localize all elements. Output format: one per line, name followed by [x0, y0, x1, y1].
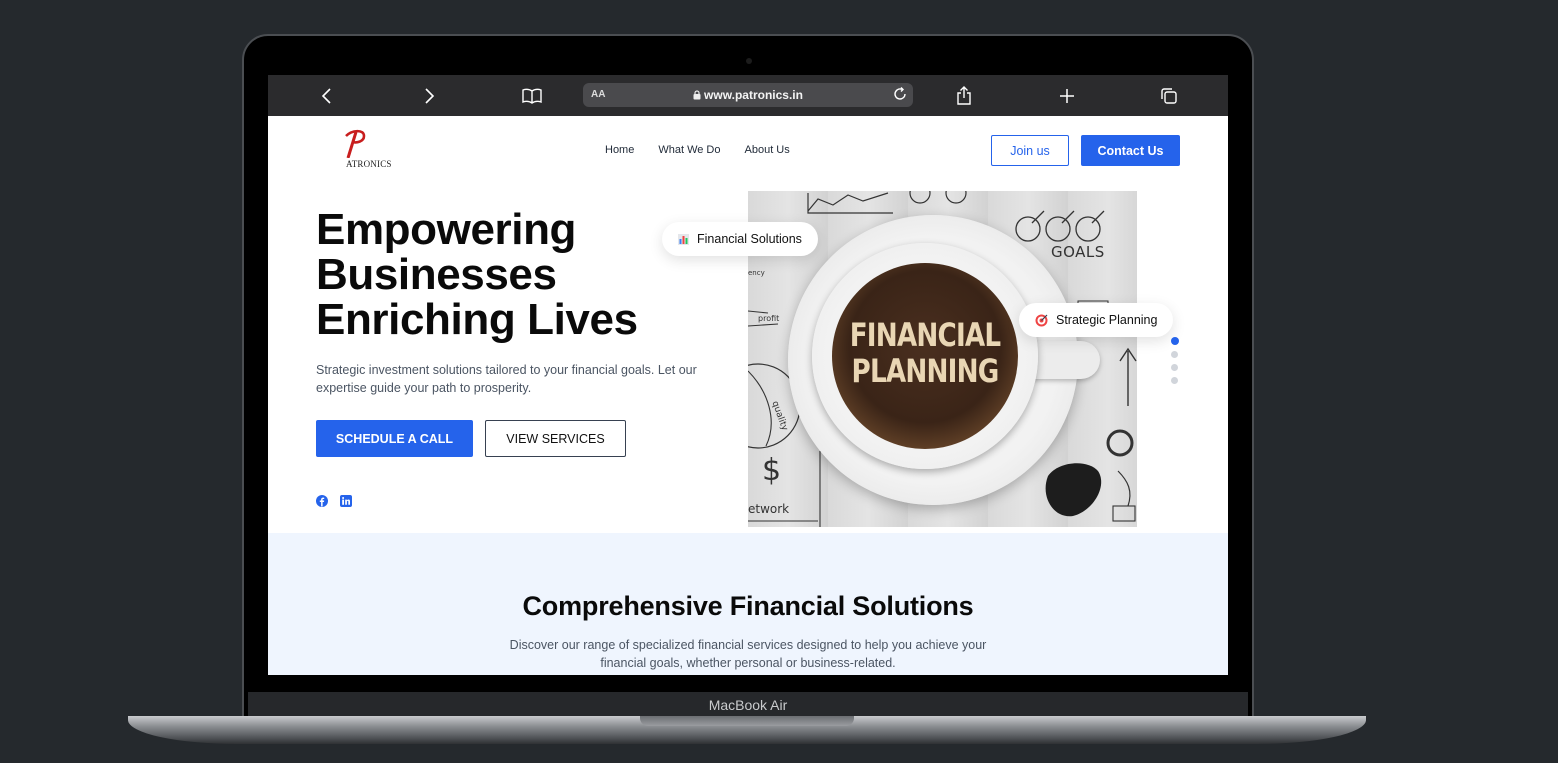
financial-text-line-1: FINANCIAL — [849, 316, 1001, 354]
browser-toolbar: AA www.patronics.in — [268, 75, 1228, 116]
financial-text-line-2: PLANNING — [851, 352, 1000, 390]
forward-button[interactable] — [416, 83, 442, 109]
strategic-planning-label: Strategic Planning — [1056, 313, 1158, 327]
carousel-dot-2[interactable] — [1171, 351, 1178, 358]
sketch-profit: profit — [758, 314, 780, 323]
solutions-subtitle: Discover our range of specialized financ… — [509, 638, 987, 670]
reload-icon — [894, 87, 906, 100]
strategic-planning-badge: Strategic Planning — [1019, 303, 1174, 337]
target-icon — [1035, 314, 1048, 326]
tabs-icon — [1161, 88, 1177, 104]
sketch-network: etwork — [748, 502, 790, 516]
bar-chart-icon — [678, 233, 689, 245]
site-header: ATRONICS Home What We Do About Us Join u… — [268, 116, 1228, 191]
bookmarks-button[interactable] — [519, 83, 545, 109]
book-icon — [522, 88, 542, 104]
nav-what-we-do[interactable]: What We Do — [658, 144, 720, 156]
logo[interactable]: ATRONICS — [342, 129, 402, 172]
sketch-goals: GOALS — [1051, 243, 1105, 261]
financial-solutions-badge: Financial Solutions — [662, 222, 818, 256]
facebook-icon[interactable] — [316, 495, 328, 507]
view-services-button[interactable]: VIEW SERVICES — [485, 420, 626, 457]
cup-handle — [1030, 341, 1100, 379]
solutions-title: Comprehensive Financial Solutions — [522, 591, 974, 621]
financial-solutions-label: Financial Solutions — [697, 232, 802, 246]
linkedin-icon[interactable] — [340, 495, 352, 507]
carousel-dots — [1170, 337, 1179, 384]
share-icon — [957, 86, 971, 105]
hero-subtitle: Strategic investment solutions tailored … — [316, 363, 697, 395]
main-nav: Home What We Do About Us — [605, 144, 790, 156]
join-us-button[interactable]: Join us — [991, 135, 1069, 166]
chevron-right-icon — [425, 88, 435, 104]
lock-icon — [693, 90, 701, 100]
chevron-left-icon — [321, 88, 331, 104]
laptop-notch — [640, 716, 854, 726]
back-button[interactable] — [314, 83, 340, 109]
carousel-dot-3[interactable] — [1171, 364, 1178, 371]
carousel-dot-1[interactable] — [1170, 337, 1179, 345]
hero-title-line-2: Businesses — [316, 250, 557, 299]
hero-title-line-3: Enriching Lives — [316, 295, 638, 344]
share-button[interactable] — [951, 83, 977, 109]
solutions-section: Comprehensive Financial Solutions Discov… — [268, 533, 1228, 675]
model-label: MacBook Air — [708, 697, 788, 713]
financial-planning-text: FINANCIAL PLANNING — [849, 317, 1002, 389]
address-bar[interactable]: AA www.patronics.in — [583, 83, 913, 107]
new-tab-button[interactable] — [1054, 83, 1080, 109]
sketch-ency: ency — [748, 269, 765, 277]
url-text: www.patronics.in — [583, 88, 913, 102]
reload-button[interactable] — [892, 86, 908, 105]
schedule-call-button[interactable]: SCHEDULE A CALL — [316, 420, 473, 457]
dollar-sketch-icon: $ — [762, 453, 782, 488]
camera — [746, 58, 752, 64]
tabs-button[interactable] — [1156, 83, 1182, 109]
carousel-dot-4[interactable] — [1171, 377, 1178, 384]
screen: AA www.patronics.in ATRONICS Home What W… — [268, 75, 1228, 675]
bezel-bottom: MacBook Air — [248, 692, 1248, 718]
nav-about-us[interactable]: About Us — [745, 144, 790, 156]
plus-icon — [1060, 89, 1074, 103]
logo-text: ATRONICS — [346, 159, 392, 169]
logo-mark-icon — [345, 129, 366, 158]
url-value: www.patronics.in — [704, 88, 803, 102]
contact-us-button[interactable]: Contact Us — [1081, 135, 1180, 166]
social-links — [316, 495, 352, 507]
nav-home[interactable]: Home — [605, 144, 634, 156]
